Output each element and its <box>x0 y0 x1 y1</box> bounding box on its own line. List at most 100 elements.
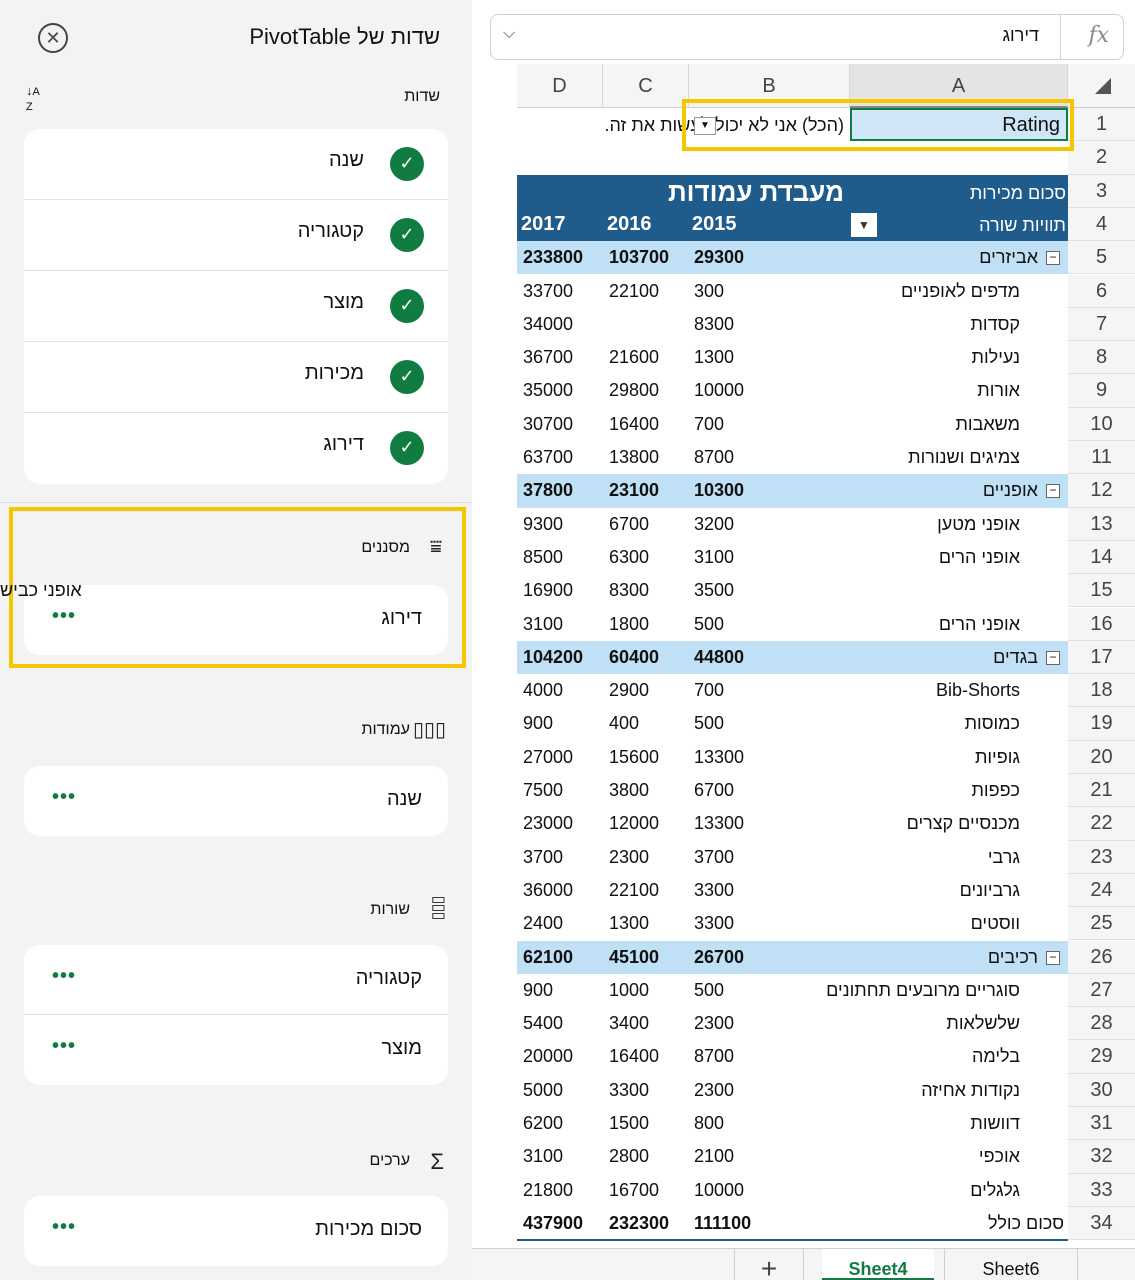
checkmark-icon[interactable]: ✓ <box>390 360 424 394</box>
value-cell[interactable]: 60400 <box>605 641 659 674</box>
value-cell[interactable]: 23100 <box>605 474 659 507</box>
chevron-down-icon[interactable]: ⌵ <box>503 25 515 43</box>
value-cell[interactable]: 111100 <box>690 1207 751 1240</box>
value-cell[interactable]: 20000 <box>519 1040 573 1073</box>
value-cell[interactable]: 1000 <box>605 974 649 1007</box>
row-header[interactable]: 16 <box>1068 607 1135 641</box>
value-cell[interactable]: 22100 <box>605 275 659 308</box>
value-cell[interactable]: 2800 <box>605 1140 649 1173</box>
value-cell[interactable]: 16400 <box>605 1040 659 1073</box>
rows-zone-item[interactable]: קטגוריה ••• <box>24 945 448 1015</box>
value-cell[interactable]: 900 <box>519 707 553 740</box>
row-header[interactable]: 13 <box>1068 507 1135 541</box>
field-item[interactable]: ✓ קטגוריה <box>24 200 448 271</box>
value-cell[interactable]: 10000 <box>690 374 744 407</box>
close-icon[interactable]: ✕ <box>38 23 68 53</box>
value-cell[interactable]: 29300 <box>690 241 744 274</box>
row-header[interactable]: 20 <box>1068 740 1135 774</box>
value-cell[interactable]: 4000 <box>519 674 563 707</box>
row-header[interactable]: 4 <box>1068 207 1135 242</box>
value-cell[interactable]: 10300 <box>690 474 744 507</box>
value-cell[interactable]: 13800 <box>605 441 659 474</box>
value-cell[interactable]: 8500 <box>519 541 563 574</box>
item-label[interactable]: סוגריים מרובעים תחתונים <box>672 974 1022 1007</box>
row-header[interactable]: 18 <box>1068 674 1135 708</box>
value-cell[interactable]: 33700 <box>519 275 573 308</box>
value-cell[interactable]: 10000 <box>690 1174 744 1207</box>
value-cell[interactable]: 16700 <box>605 1174 659 1207</box>
value-cell[interactable]: 26700 <box>690 941 744 974</box>
row-header[interactable]: 14 <box>1068 540 1135 575</box>
sort-az-icon[interactable]: ↓A Z <box>26 84 52 114</box>
row-header[interactable]: 30 <box>1068 1073 1135 1107</box>
row-header[interactable]: 34 <box>1068 1206 1135 1241</box>
value-cell[interactable]: 22100 <box>605 874 659 907</box>
row-header[interactable]: 12 <box>1068 474 1135 508</box>
value-cell[interactable]: 8300 <box>605 574 649 607</box>
field-item[interactable]: ✓ מכירות <box>24 342 448 413</box>
collapse-icon[interactable]: − <box>1046 484 1060 499</box>
row-header[interactable]: 29 <box>1068 1040 1135 1074</box>
value-cell[interactable]: 36000 <box>519 874 573 907</box>
row-header[interactable]: 2 <box>1068 141 1135 175</box>
value-cell[interactable]: 13300 <box>690 807 744 840</box>
value-cell[interactable]: 2900 <box>605 674 649 707</box>
row-header[interactable]: 6 <box>1068 274 1135 308</box>
formula-bar[interactable]: fx דירוג ⌵ <box>490 14 1124 60</box>
value-cell[interactable]: 700 <box>690 674 724 707</box>
item-label[interactable]: כמוסות <box>672 707 1022 740</box>
checkmark-icon[interactable]: ✓ <box>390 289 424 323</box>
value-cell[interactable]: 5000 <box>519 1074 563 1107</box>
row-header[interactable]: 11 <box>1068 441 1135 475</box>
value-cell[interactable]: 36700 <box>519 341 573 374</box>
add-sheet-button[interactable]: + <box>734 1249 804 1280</box>
row-header[interactable]: 8 <box>1068 341 1135 375</box>
value-cell[interactable]: 1300 <box>605 907 649 940</box>
value-cell[interactable]: 16900 <box>519 574 573 607</box>
formula-value[interactable]: דירוג <box>1002 25 1039 46</box>
column-header-c[interactable]: C <box>603 64 689 108</box>
row-header[interactable]: 21 <box>1068 774 1135 808</box>
value-cell[interactable]: 700 <box>690 408 724 441</box>
value-cell[interactable]: 2300 <box>690 1007 734 1040</box>
value-cell[interactable]: 16400 <box>605 408 659 441</box>
fx-icon[interactable]: fx <box>1088 23 1109 48</box>
value-cell[interactable]: 9300 <box>519 508 563 541</box>
values-zone-item[interactable]: סכום מכירות ••• <box>24 1196 448 1266</box>
columns-zone-item[interactable]: שנה ••• <box>24 766 448 836</box>
value-cell[interactable]: 1500 <box>605 1107 649 1140</box>
more-options-icon[interactable]: ••• <box>52 786 76 809</box>
value-cell[interactable]: 232300 <box>605 1207 669 1240</box>
value-cell[interactable]: 12000 <box>605 807 659 840</box>
row-header[interactable]: 22 <box>1068 807 1135 841</box>
row-header[interactable]: 15 <box>1068 574 1135 608</box>
value-cell[interactable]: 13300 <box>690 741 744 774</box>
collapse-icon[interactable]: − <box>1046 251 1060 266</box>
item-label[interactable]: משאבות <box>672 408 1022 441</box>
value-cell[interactable]: 8700 <box>690 1040 734 1073</box>
row-header[interactable]: 10 <box>1068 407 1135 441</box>
value-cell[interactable]: 6200 <box>519 1107 563 1140</box>
value-cell[interactable]: 63700 <box>519 441 573 474</box>
value-cell[interactable]: 29800 <box>605 374 659 407</box>
row-header[interactable]: 27 <box>1068 973 1135 1008</box>
field-item[interactable]: ✓ מוצר <box>24 271 448 342</box>
row-header[interactable]: 33 <box>1068 1173 1135 1207</box>
field-item[interactable]: ✓ דירוג <box>24 413 448 484</box>
more-options-icon[interactable]: ••• <box>52 965 76 988</box>
value-cell[interactable]: 37800 <box>519 474 573 507</box>
value-cell[interactable]: 437900 <box>519 1207 583 1240</box>
value-cell[interactable]: 15600 <box>605 741 659 774</box>
checkmark-icon[interactable]: ✓ <box>390 147 424 181</box>
row-header[interactable]: 31 <box>1068 1107 1135 1141</box>
value-cell[interactable]: 8700 <box>690 441 734 474</box>
item-label[interactable]: אופני הרים <box>672 608 1022 641</box>
value-cell[interactable]: 35000 <box>519 374 573 407</box>
collapse-icon[interactable]: − <box>1046 650 1060 665</box>
value-cell[interactable]: 8300 <box>690 308 734 341</box>
value-cell[interactable]: 3100 <box>519 1140 563 1173</box>
row-labels-dropdown-icon[interactable]: ▼ <box>851 213 877 237</box>
value-cell[interactable]: 3100 <box>690 541 734 574</box>
select-all-corner[interactable] <box>1068 64 1135 108</box>
value-cell[interactable]: 6700 <box>690 774 734 807</box>
